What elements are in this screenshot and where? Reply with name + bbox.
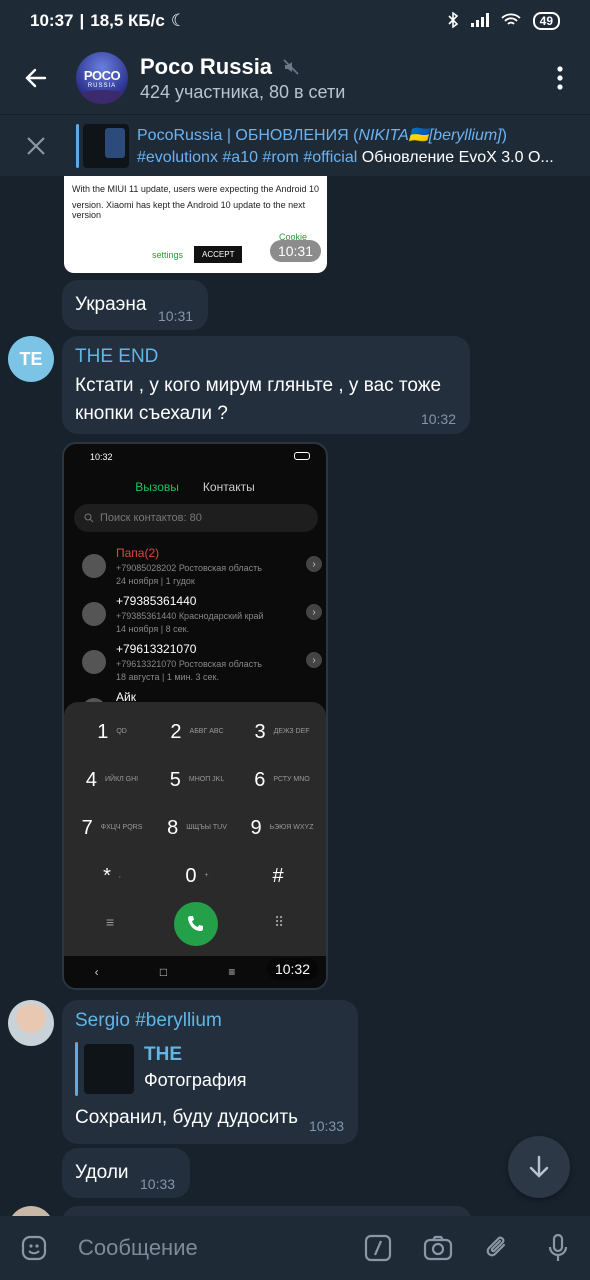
chat-title: Poco Russia (140, 53, 273, 79)
channel-avatar[interactable]: POCO RUSSIA (76, 52, 128, 104)
message-bubble[interactable]: Sergio #beryllium THE Фотография Сохрани… (62, 1000, 358, 1144)
more-menu-button[interactable] (530, 42, 590, 114)
message-time: 10:32 (266, 958, 318, 980)
message-bubble[interactable]: THE END Кстати , у кого мирум гляньте , … (62, 336, 470, 434)
photo-message[interactable]: 10:32 Вызовы Контакты Поиск контактов: 8… (62, 442, 328, 990)
reply-text: Фотография (144, 1070, 247, 1090)
sender-name: Sergio #beryllium (75, 1010, 222, 1031)
dialpad-grid-icon: ⠿ (274, 914, 285, 930)
sticker-icon (21, 1235, 47, 1261)
tab-contacts: Контакты (202, 480, 255, 494)
bluetooth-icon (447, 10, 459, 31)
menu-icon: ≡ (228, 965, 236, 979)
network-speed: 18,5 КБ/с (90, 11, 165, 30)
menu-icon: ≡ (106, 914, 115, 930)
pinned-accent-bar (76, 123, 79, 168)
chat-info[interactable]: Poco Russia 424 участника, 80 в сети (140, 54, 345, 103)
battery-icon (294, 452, 310, 460)
pinned-title: PocoRussia | ОБНОВЛЕНИЯ (NIKITA🇺🇦[beryll… (137, 126, 507, 144)
chevron-right-icon: › (306, 604, 322, 620)
chevron-right-icon: › (306, 556, 322, 572)
search-icon (84, 513, 94, 523)
paperclip-icon (486, 1236, 506, 1257)
reply-accent-bar (75, 1042, 78, 1096)
message-bubble[interactable]: Удоли 10:33 (62, 1148, 190, 1198)
message-bubble[interactable]: Украэна 10:31 (62, 280, 208, 330)
voice-button[interactable] (528, 1216, 588, 1280)
search-input: Поиск контактов: 80 (74, 504, 318, 532)
phone-call-icon (174, 902, 218, 946)
photo-message[interactable]: With the MIUI 11 update, users were expe… (64, 176, 327, 273)
status-time: 10:37 (30, 11, 74, 30)
arrow-down-icon (529, 1155, 549, 1178)
status-bar: 10:37 | 18,5 КБ/с ☾ 49 (0, 0, 590, 42)
chat-header: POCO RUSSIA Poco Russia 424 участника, 8… (0, 42, 590, 114)
emoji-button[interactable] (8, 1216, 60, 1280)
arrow-left-icon (25, 68, 47, 88)
microphone-icon (548, 1233, 568, 1261)
slash-command-icon (364, 1234, 392, 1262)
scroll-down-button[interactable] (508, 1136, 570, 1198)
close-icon (27, 136, 45, 155)
camera-icon (423, 1235, 453, 1261)
tab-calls: Вызовы (135, 480, 179, 494)
back-icon: ‹ (94, 965, 99, 979)
avatar[interactable]: TE (8, 336, 54, 382)
pinned-message[interactable]: PocoRussia | ОБНОВЛЕНИЯ (NIKITA🇺🇦[beryll… (0, 114, 590, 176)
pinned-thumbnail (83, 123, 129, 168)
message-input[interactable]: Сообщение (78, 1235, 348, 1261)
reply-sender: THE (144, 1044, 182, 1065)
reply-thumbnail (84, 1044, 134, 1094)
message-list[interactable]: With the MIUI 11 update, users were expe… (0, 176, 590, 1216)
avatar[interactable] (8, 1206, 54, 1216)
message-time: 10:31 (269, 240, 321, 262)
more-vertical-icon (557, 66, 563, 90)
commands-button[interactable] (348, 1216, 408, 1280)
list-item: +79613321070 +79613321070 Ростовская обл… (82, 642, 322, 686)
camera-button[interactable] (408, 1216, 468, 1280)
list-item: Папа(2) +79085028202 Ростовская область 2… (82, 546, 322, 590)
signal-icon (470, 12, 489, 30)
pinned-text: #evolutionx #a10 #rom #official Обновлен… (137, 148, 554, 166)
muted-icon (283, 58, 299, 75)
close-pinned-button[interactable] (0, 115, 72, 177)
dnd-moon-icon: ☾ (170, 11, 187, 30)
message-bubble[interactable] (62, 1206, 472, 1216)
sender-name: THE END (75, 346, 159, 367)
home-icon: □ (159, 965, 168, 979)
list-item: +79385361440 +79385361440 Краснодарский … (82, 594, 322, 638)
chevron-right-icon: › (306, 652, 322, 668)
back-button[interactable] (0, 42, 72, 114)
battery-icon: 49 (532, 12, 560, 30)
message-input-bar: Сообщение (0, 1216, 590, 1280)
wifi-icon (501, 13, 521, 30)
avatar[interactable] (8, 1000, 54, 1046)
dialpad: 1 QD 2 АБВГ ABC 3 ДЕЖЗ DEF 4 ИЙКЛ GHI 5 МНОП … (64, 702, 326, 960)
attach-button[interactable] (468, 1216, 528, 1280)
chat-subtitle: 424 участника, 80 в сети (140, 81, 346, 102)
